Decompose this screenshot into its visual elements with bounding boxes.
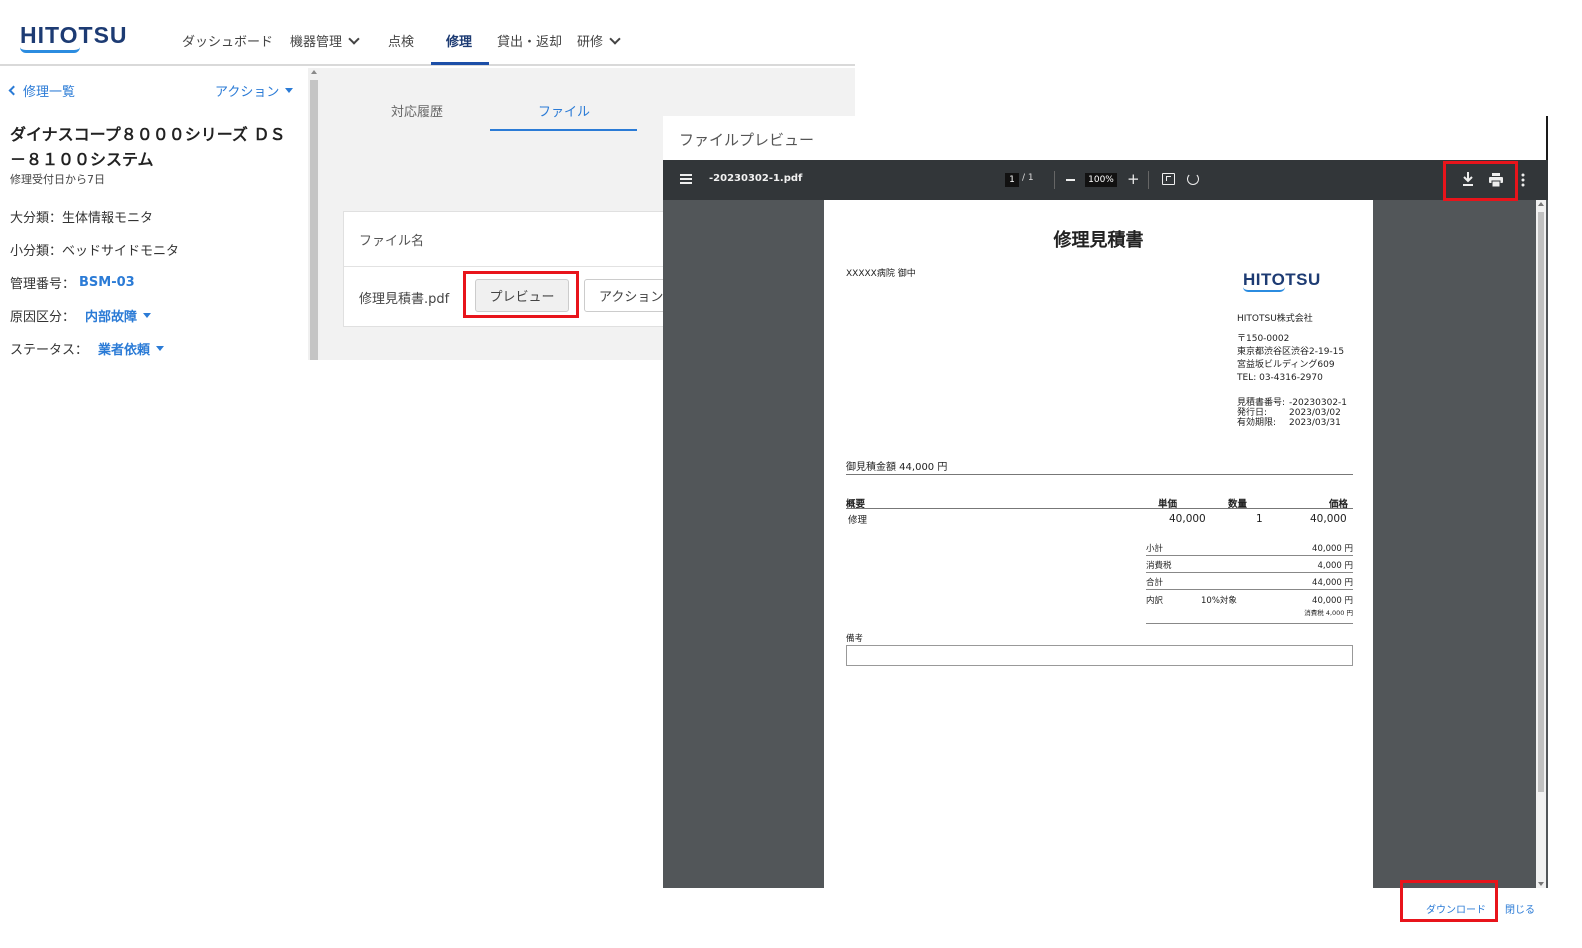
- download-icon[interactable]: [1461, 171, 1475, 187]
- nav-training[interactable]: 研修: [577, 31, 621, 50]
- scroll-down-icon[interactable]: [1538, 882, 1544, 886]
- file-name-cell: 修理見積書.pdf: [359, 292, 450, 307]
- dialog-footer: ダウンロード 閉じる: [663, 888, 1548, 924]
- device-title: ダイナスコープ８０００シリーズ ＤＳ－８１００システム: [10, 125, 286, 169]
- nav-lending[interactable]: 貸出・返却: [497, 31, 562, 50]
- subtotal-row: 小計 40,000 円: [1146, 540, 1353, 556]
- recipient: XXXXX病院 御中: [846, 269, 916, 279]
- repair-detail-sidebar: 修理一覧 アクション ダイナスコープ８０００シリーズ ＤＳ－８１００システム 修…: [0, 68, 306, 360]
- caret-down-icon: [156, 346, 165, 351]
- tab-history[interactable]: 対応履歴: [391, 101, 443, 120]
- back-to-repair-list[interactable]: 修理一覧: [8, 81, 75, 100]
- page-total: / 1: [1022, 173, 1034, 183]
- menu-icon[interactable]: [680, 174, 692, 184]
- print-icon[interactable]: [1489, 173, 1503, 187]
- toolbar-divider: [1148, 171, 1149, 189]
- scroll-up-icon[interactable]: [1538, 202, 1544, 206]
- divider: [846, 508, 1353, 509]
- status-dropdown[interactable]: 業者依頼: [98, 339, 165, 358]
- tab-files[interactable]: ファイル: [538, 101, 590, 120]
- download-button[interactable]: ダウンロード: [1426, 901, 1486, 916]
- pdf-filename: -20230302-1.pdf: [709, 173, 803, 184]
- nav-dashboard[interactable]: ダッシュボード: [182, 31, 273, 50]
- tab-active-indicator: [490, 129, 637, 131]
- more-options-icon[interactable]: [1521, 172, 1525, 188]
- nav-active-indicator: [431, 62, 489, 65]
- divider: [846, 474, 1353, 475]
- estimate-meta: 見積書番号: -20230302-1 発行日: 2023/03/02 有効期限: 20…: [1237, 398, 1348, 428]
- scroll-up-icon[interactable]: [311, 70, 317, 74]
- hitotsu-logo[interactable]: HITOTSU: [20, 22, 128, 49]
- zoom-level-input[interactable]: 100%: [1085, 173, 1117, 187]
- rotate-icon[interactable]: [1187, 173, 1199, 185]
- cause-category: 原因区分： 内部故障: [10, 306, 152, 325]
- chevron-left-icon: [8, 85, 19, 96]
- logo-swoosh-icon: [20, 47, 80, 53]
- item-quantity: 1: [1256, 513, 1263, 525]
- close-button[interactable]: 閉じる: [1505, 901, 1535, 916]
- file-preview-dialog: ファイルプレビュー -20230302-1.pdf 1 / 1 100% + 修…: [663, 116, 1548, 924]
- caret-down-icon: [285, 88, 294, 93]
- dialog-title: ファイルプレビュー: [679, 131, 815, 149]
- top-navigation: HITOTSU ダッシュボード 機器管理 点検 修理 貸出・返却 研修: [0, 0, 855, 66]
- nav-repair[interactable]: 修理: [446, 31, 472, 50]
- item-price: 40,000: [1310, 513, 1347, 525]
- days-since-received: 修理受付日から7日: [10, 173, 105, 186]
- breakdown-row: 内訳 10%対象 40,000 円 消費税 4,000 円: [1146, 592, 1353, 624]
- cause-category-dropdown[interactable]: 内部故障: [85, 306, 152, 325]
- fit-page-icon[interactable]: [1162, 173, 1175, 185]
- chevron-down-icon: [609, 32, 621, 45]
- tax-row: 消費税 4,000 円: [1146, 557, 1353, 573]
- minor-classification: 小分類：ベッドサイドモニタ: [10, 244, 180, 259]
- pdf-toolbar: -20230302-1.pdf 1 / 1 100% +: [663, 160, 1548, 200]
- item-unit-price: 40,000: [1169, 513, 1206, 525]
- management-number: 管理番号： BSM-03: [10, 275, 135, 292]
- file-name-header: ファイル名: [359, 234, 425, 249]
- estimate-total: 御見積金額 44,000 円: [846, 462, 948, 473]
- management-number-link[interactable]: BSM-03: [79, 275, 135, 290]
- company-name: HITOTSU株式会社: [1237, 314, 1313, 324]
- major-classification: 大分類：生体情報モニタ: [10, 211, 154, 226]
- grand-total-row: 合計 44,000 円: [1146, 574, 1353, 590]
- toolbar-divider: [1054, 171, 1055, 189]
- item-summary: 修理: [848, 515, 868, 526]
- zoom-in-icon[interactable]: +: [1127, 170, 1140, 188]
- sidebar-action-dropdown[interactable]: アクション: [215, 81, 294, 100]
- sidebar-scrollbar[interactable]: [308, 68, 320, 360]
- document-title: 修理見積書: [1053, 230, 1144, 251]
- pdf-page: 修理見積書 XXXXX病院 御中 HITOTSU HITOTSU株式会社 〒15…: [824, 200, 1373, 888]
- pdf-scrollbar[interactable]: [1536, 200, 1546, 888]
- company-address: 〒150-0002 東京都渋谷区渋谷2-19-15 宮益坂ビルディング609 T…: [1237, 334, 1345, 383]
- logo-swoosh-icon: [1243, 287, 1285, 292]
- remarks-box: [846, 645, 1353, 666]
- nav-equipment[interactable]: 機器管理: [290, 31, 360, 50]
- scrollbar-thumb[interactable]: [310, 80, 318, 360]
- caret-down-icon: [143, 313, 152, 318]
- scrollbar-thumb[interactable]: [1538, 212, 1544, 792]
- remarks-label: 備考: [846, 634, 864, 644]
- chevron-down-icon: [348, 32, 360, 45]
- nav-inspection[interactable]: 点検: [388, 31, 414, 50]
- zoom-out-icon[interactable]: [1066, 179, 1075, 181]
- preview-button[interactable]: プレビュー: [475, 279, 569, 312]
- page-number-input[interactable]: 1: [1005, 173, 1019, 187]
- status-field: ステータス： 業者依頼: [10, 339, 165, 358]
